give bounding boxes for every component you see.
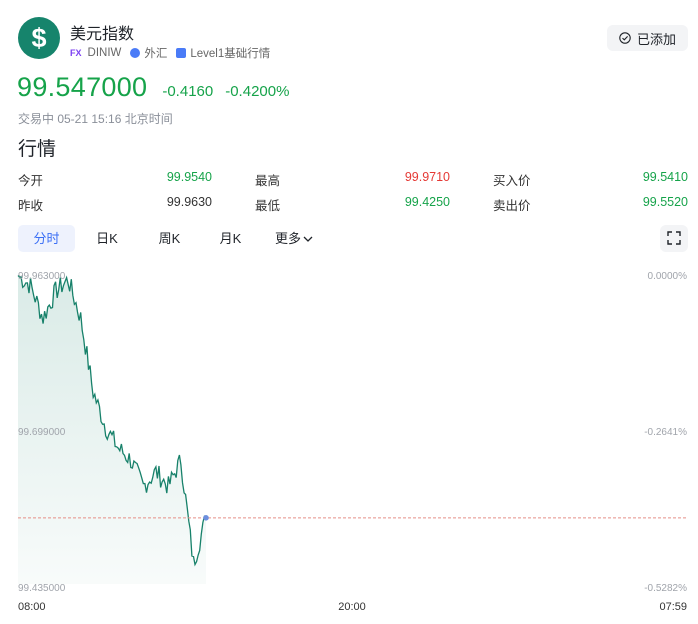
prev-close-value: 99.9630 <box>166 195 212 209</box>
more-label: 更多 <box>274 231 301 246</box>
x-axis-time-label: 08:00 <box>18 601 46 613</box>
tab-monthly-k[interactable]: 月K <box>200 225 261 252</box>
price-change: -0.4160 <box>162 83 214 100</box>
y-axis-label-right: -0.2641% <box>644 427 687 438</box>
bid-label: 买入价 <box>493 174 531 188</box>
x-axis-time-label: 20:00 <box>338 601 366 613</box>
chevron-down-icon <box>303 236 313 242</box>
intraday-chart[interactable]: 99.963000 99.699000 99.435000 0.0000% -0.264… <box>0 262 698 624</box>
added-watchlist-button[interactable]: 已添加 <box>606 25 688 51</box>
dollar-logo-icon: $ <box>18 17 60 59</box>
y-axis-label-right: -0.5282% <box>644 583 687 594</box>
price-row: 99.547000 -0.4160 -0.4200% <box>17 72 289 103</box>
added-label: 已添加 <box>636 31 676 47</box>
open-label: 今开 <box>18 174 44 188</box>
level-icon <box>176 48 187 58</box>
market-tag: FX <box>70 48 82 58</box>
symbol-code: DINIW <box>87 47 122 59</box>
check-circle-icon <box>619 32 631 44</box>
tab-intraday[interactable]: 分时 <box>18 225 75 252</box>
high-value: 99.9710 <box>404 170 450 184</box>
price-change-percent: -0.4200% <box>225 83 290 100</box>
tab-weekly-k[interactable]: 周K <box>139 225 200 252</box>
tab-daily-k[interactable]: 日K <box>75 225 139 252</box>
trading-status: 交易中 05-21 15:16 北京时间 <box>18 112 173 126</box>
tab-more[interactable]: 更多 <box>261 225 327 252</box>
fullscreen-icon <box>667 231 681 245</box>
last-price: 99.547000 <box>17 72 148 102</box>
category-label: 外汇 <box>144 48 168 60</box>
y-axis-label-left: 99.435000 <box>18 583 66 594</box>
instrument-meta: FX DINIW 外汇 Level1基础行情 <box>70 45 270 61</box>
open-value: 99.9540 <box>166 170 212 184</box>
quote-stats: 今开 99.9540 最高 99.9710 买入价 99.5410 昨收 99.… <box>18 170 688 216</box>
last-price-dot <box>203 515 209 521</box>
high-label: 最高 <box>255 174 281 188</box>
low-label: 最低 <box>255 199 281 213</box>
y-axis-label-right: 0.0000% <box>648 271 688 282</box>
chart-period-tabs: 分时 日K 周K 月K 更多 <box>18 225 327 252</box>
intraday-chart-svg: 99.963000 99.699000 99.435000 0.0000% -0.264… <box>17 271 688 613</box>
svg-text:$: $ <box>31 23 46 53</box>
instrument-title: 美元指数 <box>70 26 135 43</box>
y-axis-label-left: 99.699000 <box>18 427 66 438</box>
bid-value: 99.5410 <box>642 170 688 184</box>
globe-icon <box>130 48 141 58</box>
y-axis-label-left: 99.963000 <box>18 271 66 282</box>
fullscreen-button[interactable] <box>660 225 688 252</box>
quote-header: $ 美元指数 FX DINIW 外汇 Level1基础行情 已添加 <box>18 16 688 62</box>
ask-label: 卖出价 <box>493 199 531 213</box>
x-axis-time-label: 07:59 <box>659 601 687 613</box>
low-value: 99.4250 <box>404 195 450 209</box>
level-label: Level1基础行情 <box>190 48 271 60</box>
section-title: 行情 <box>18 139 57 160</box>
prev-close-label: 昨收 <box>18 199 44 213</box>
ask-value: 99.5520 <box>642 195 688 209</box>
